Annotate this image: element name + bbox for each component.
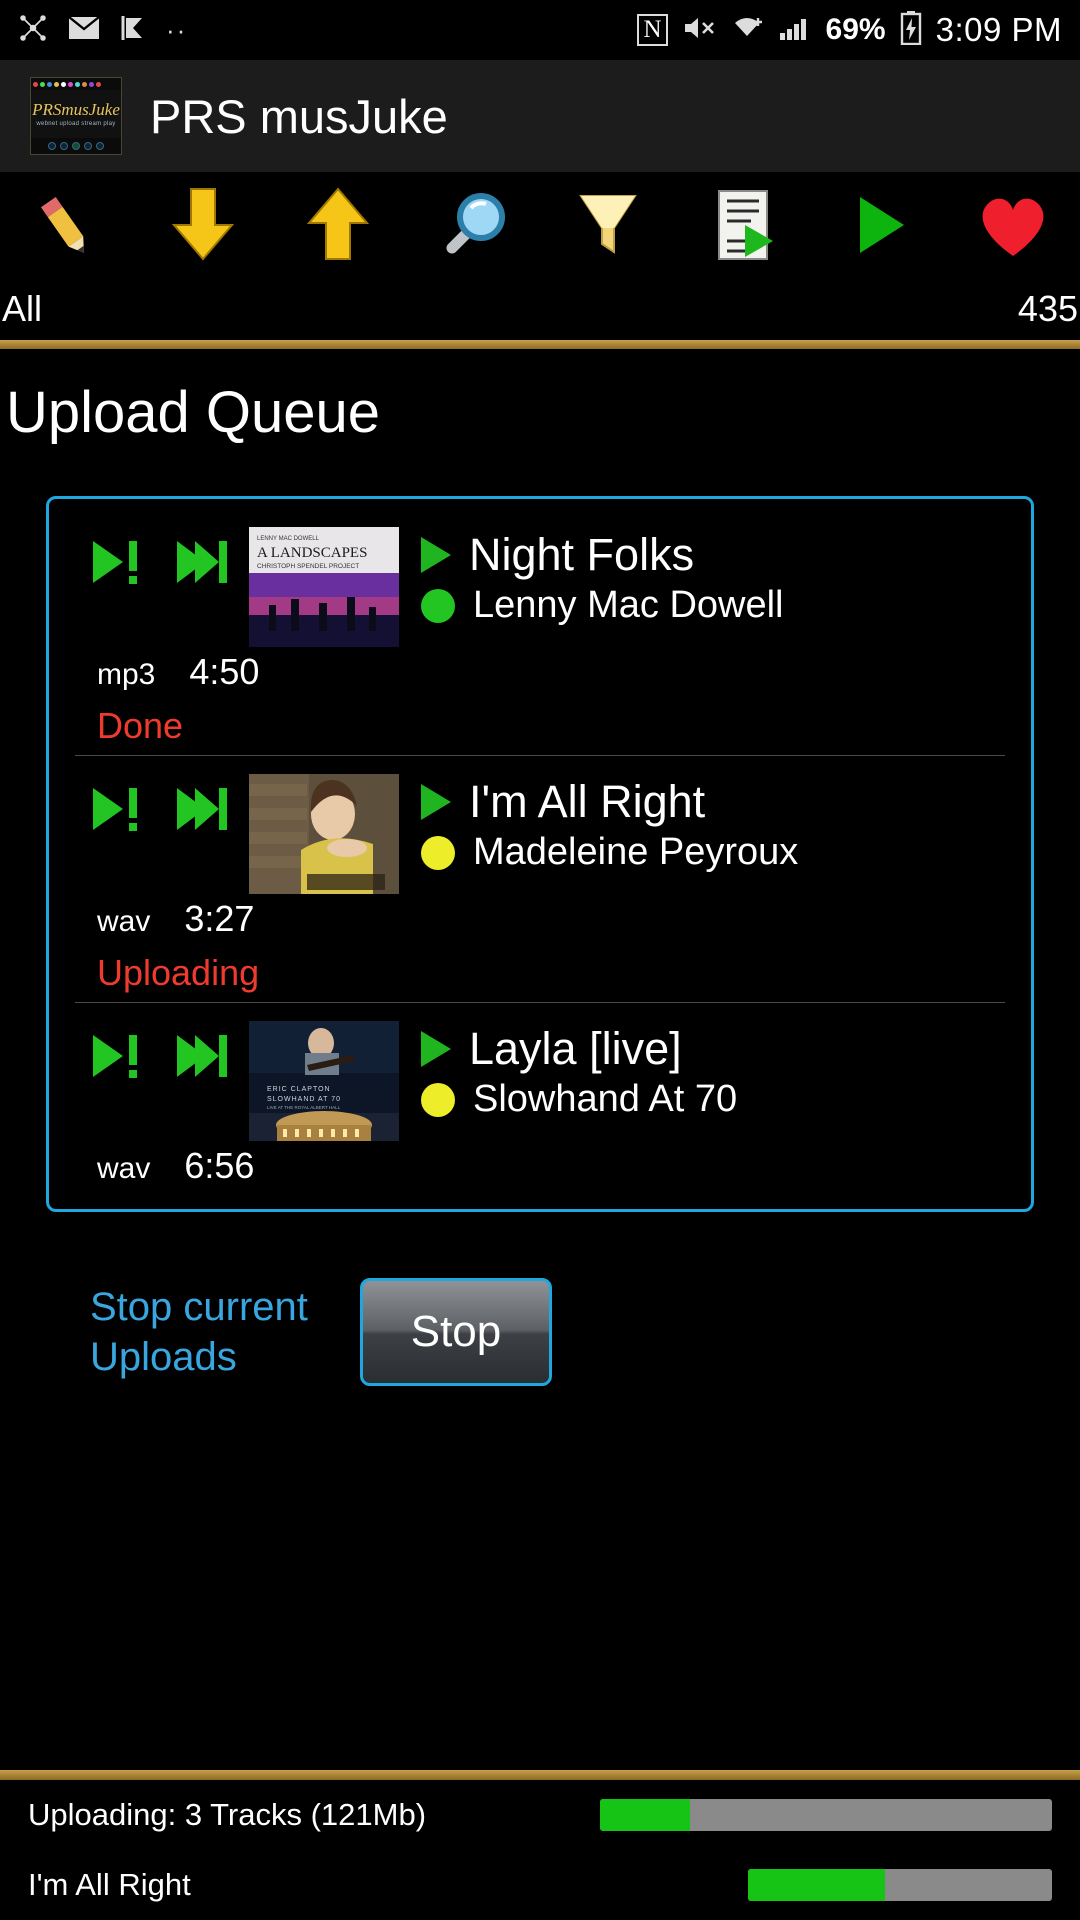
- svg-text:CHRISTOPH SPENDEL PROJECT: CHRISTOPH SPENDEL PROJECT: [257, 563, 359, 570]
- track-meta: Night Folks Lenny Mac Dowell: [399, 527, 783, 626]
- app-logo: PRSmusJuke webnet upload stream play: [30, 77, 122, 155]
- clock-time: 3:09 PM: [935, 11, 1062, 48]
- overall-progress-label: Uploading: 3 Tracks (121Mb): [28, 1797, 427, 1832]
- row-controls: [75, 1021, 243, 1086]
- play-now-icon[interactable]: [89, 1031, 147, 1086]
- svg-text:LENNY MAC DOWELL: LENNY MAC DOWELL: [257, 536, 320, 542]
- status-badge: Uploading: [97, 952, 260, 993]
- track-artist: Madeleine Peyroux: [473, 831, 799, 874]
- search-magnifier-icon[interactable]: [405, 186, 540, 264]
- track-duration: 4:50: [189, 651, 260, 692]
- play-now-icon[interactable]: [89, 537, 147, 592]
- status-bar-right-icons: N 69% 3:09 PM: [637, 11, 1062, 49]
- filter-bar[interactable]: All 435: [0, 278, 1080, 340]
- track-artist: Slowhand At 70: [473, 1078, 738, 1121]
- track-title: I'm All Right: [469, 776, 706, 827]
- svg-text:A LANDSCAPES: A LANDSCAPES: [257, 545, 367, 561]
- row-controls: [75, 774, 243, 839]
- album-art: LENNY MAC DOWELL A LANDSCAPES CHRISTOPH …: [249, 527, 399, 647]
- battery-charging-icon: [900, 11, 922, 49]
- app-logo-title: PRSmusJuke: [32, 100, 120, 119]
- battery-percent: 69%: [825, 13, 886, 46]
- track-format: wav: [97, 905, 151, 938]
- edit-pencil-icon[interactable]: [0, 187, 135, 263]
- cluster-icon: [18, 13, 48, 47]
- current-track-label: I'm All Right: [28, 1867, 191, 1902]
- status-dot: [421, 1083, 455, 1118]
- divider-gold-top: [0, 340, 1080, 349]
- overall-progress-bar: [600, 1799, 1052, 1831]
- svg-text:ERIC CLAPTON: ERIC CLAPTON: [267, 1086, 331, 1093]
- status-badge: Done: [97, 705, 184, 746]
- filter-scope-label[interactable]: All: [2, 288, 42, 330]
- album-art: ERIC CLAPTON SLOWHAND AT 70 LIVE AT THE …: [249, 1021, 399, 1141]
- nfc-icon: N: [637, 14, 668, 46]
- stop-uploads-row: Stop current Uploads Stop: [0, 1212, 1080, 1386]
- track-meta: I'm All Right Madeleine Peyroux: [399, 774, 798, 873]
- play-now-icon[interactable]: [89, 784, 147, 839]
- filter-count-label: 435: [1017, 288, 1078, 329]
- more-dots-icon: ··: [166, 14, 188, 45]
- play-next-icon[interactable]: [173, 784, 231, 839]
- page-title: PRS musJuke: [150, 89, 448, 143]
- track-meta: Layla [live] Slowhand At 70: [399, 1021, 737, 1120]
- table-row[interactable]: LENNY MAC DOWELL A LANDSCAPES CHRISTOPH …: [75, 509, 1005, 755]
- svg-text:LIVE AT THE ROYAL ALBERT HALL: LIVE AT THE ROYAL ALBERT HALL: [267, 1105, 341, 1110]
- section-title: Upload Queue: [6, 380, 381, 445]
- mail-icon: [68, 16, 100, 44]
- check-flag-icon: [120, 14, 146, 46]
- status-dot: [421, 589, 455, 624]
- upload-arrow-icon[interactable]: [270, 185, 405, 265]
- app-header: PRSmusJuke webnet upload stream play PRS…: [0, 60, 1080, 172]
- divider-gold-bottom: [0, 1770, 1080, 1780]
- track-format: mp3: [97, 658, 156, 691]
- toolbar: [0, 172, 1080, 278]
- play-icon[interactable]: [421, 783, 451, 820]
- track-duration: 3:27: [184, 898, 255, 939]
- track-duration: 6:56: [184, 1145, 255, 1186]
- stop-uploads-label: Stop current Uploads: [90, 1285, 308, 1379]
- wifi-icon: [730, 14, 764, 46]
- current-progress-bar: [748, 1869, 1052, 1901]
- app-logo-subtitle: webnet upload stream play: [36, 121, 116, 127]
- svg-text:SLOWHAND AT 70: SLOWHAND AT 70: [267, 1096, 341, 1103]
- upload-queue-list: LENNY MAC DOWELL A LANDSCAPES CHRISTOPH …: [46, 496, 1034, 1212]
- current-progress-row: I'm All Right: [0, 1850, 1080, 1920]
- album-art: [249, 774, 399, 894]
- download-arrow-icon[interactable]: [135, 185, 270, 265]
- table-row[interactable]: ERIC CLAPTON SLOWHAND AT 70 LIVE AT THE …: [75, 1002, 1005, 1195]
- stop-button[interactable]: Stop: [360, 1278, 552, 1386]
- playlist-icon[interactable]: [675, 185, 810, 265]
- favourite-heart-icon[interactable]: [945, 188, 1080, 262]
- signal-icon: [778, 14, 812, 46]
- upload-queue-container: LENNY MAC DOWELL A LANDSCAPES CHRISTOPH …: [0, 446, 1080, 1212]
- mute-icon: [682, 14, 716, 46]
- play-icon[interactable]: [810, 187, 945, 263]
- overall-progress-row: Uploading: 3 Tracks (121Mb): [0, 1780, 1080, 1850]
- footer-progress: Uploading: 3 Tracks (121Mb) I'm All Righ…: [0, 1770, 1080, 1920]
- track-format: wav: [97, 1152, 151, 1185]
- track-artist: Lenny Mac Dowell: [473, 584, 784, 627]
- play-icon[interactable]: [421, 536, 451, 573]
- track-title: Layla [live]: [469, 1023, 682, 1074]
- table-row[interactable]: I'm All Right Madeleine Peyroux wav 3:27…: [75, 755, 1005, 1002]
- play-next-icon[interactable]: [173, 537, 231, 592]
- track-title: Night Folks: [469, 529, 695, 580]
- status-dot: [421, 836, 455, 871]
- play-next-icon[interactable]: [173, 1031, 231, 1086]
- status-bar: ·· N 69% 3:09 PM: [0, 0, 1080, 60]
- row-controls: [75, 527, 243, 592]
- play-icon[interactable]: [421, 1030, 451, 1067]
- status-bar-left-icons: ··: [18, 13, 187, 47]
- filter-funnel-icon[interactable]: [540, 186, 675, 264]
